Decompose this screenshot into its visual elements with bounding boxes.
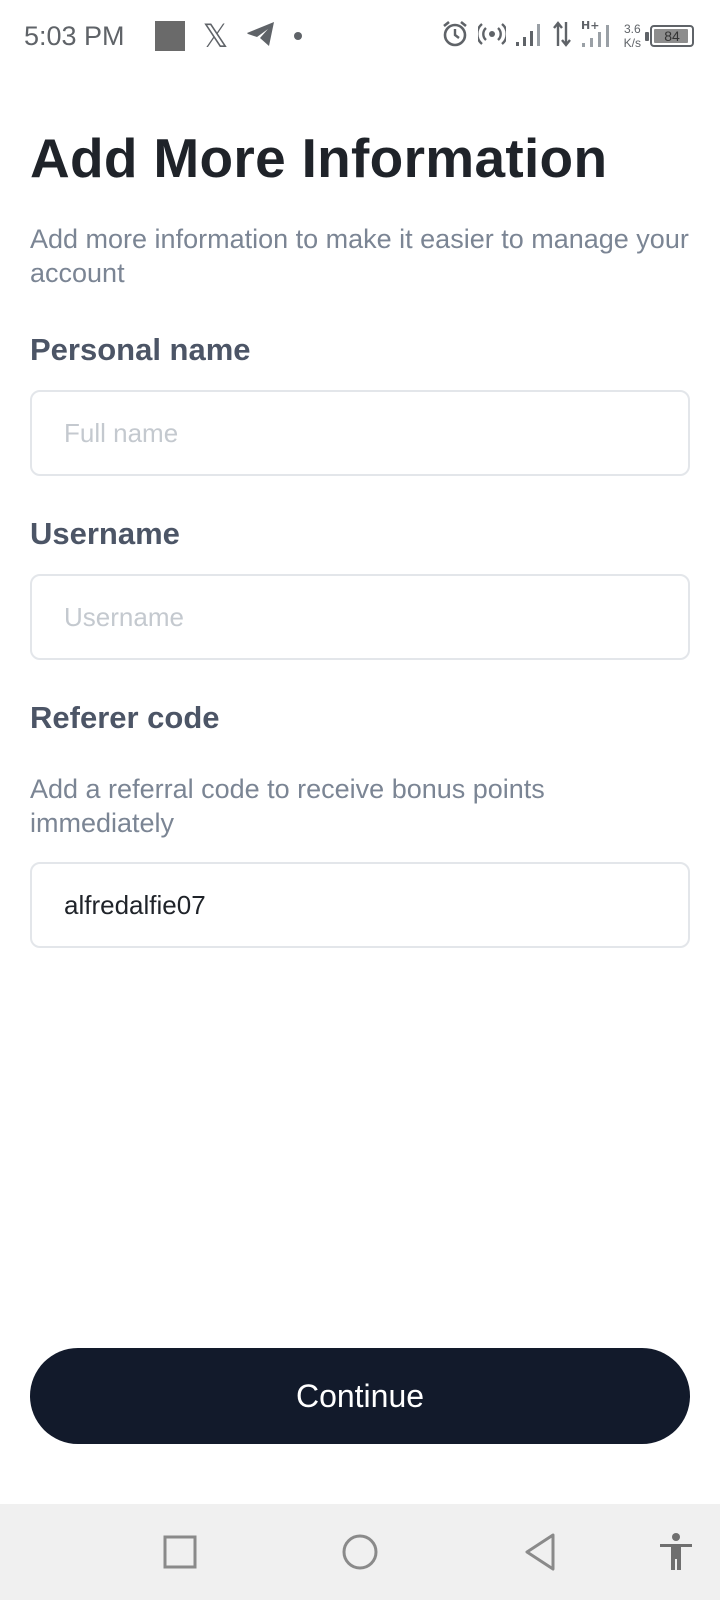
status-bar: 5:03 PM 𝕏 H+ 3.6 K/s 84 [0,0,720,72]
svg-text:H+: H+ [581,19,599,32]
personal-name-label: Personal name [30,332,251,367]
back-triangle-icon[interactable] [516,1528,564,1576]
status-time: 5:03 PM [24,20,125,51]
page-title: Add More Information [30,127,608,189]
referer-code-help: Add a referral code to receive bonus poi… [30,774,545,838]
network-speed: 3.6 K/s [624,22,641,50]
referer-code-label: Referer code [30,700,220,735]
status-left: 5:03 PM 𝕏 [24,17,303,55]
battery-level: 84 [664,28,680,44]
hotspot-icon [475,21,508,52]
battery-icon: 84 [645,25,694,47]
alarm-icon [441,20,469,53]
h-plus-signal-icon: H+ [581,19,615,54]
page-subtitle: Add more information to make it easier t… [30,224,689,288]
dot-icon [294,32,303,40]
telegram-icon [246,21,276,52]
full-name-input[interactable] [30,390,690,476]
continue-button[interactable]: Continue [30,1348,690,1444]
username-input[interactable] [30,574,690,660]
gallery-icon [154,21,185,51]
network-speed-value: 3.6 [623,22,641,36]
signal-icon [515,21,543,52]
accessibility-icon[interactable] [652,1528,700,1576]
data-arrows-icon [552,20,572,53]
status-right: H+ 3.6 K/s 84 [441,0,694,72]
recents-square-icon[interactable] [156,1528,204,1576]
referer-code-input[interactable] [30,862,690,948]
network-speed-unit: K/s [623,36,641,50]
system-nav-bar [0,1504,720,1600]
home-circle-icon[interactable] [336,1528,384,1576]
x-icon: 𝕏 [202,17,229,55]
username-label: Username [30,516,180,551]
